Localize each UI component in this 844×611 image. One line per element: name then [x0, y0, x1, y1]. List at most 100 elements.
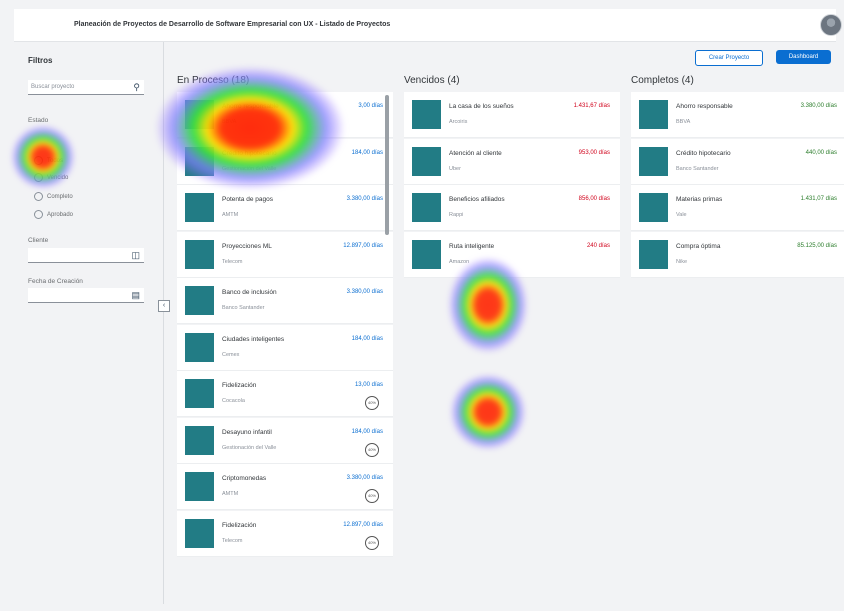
project-client: BBVA [676, 119, 691, 125]
project-client: AMTM [222, 491, 239, 497]
filters-panel: Filtros Buscar proyecto ⚲ Estado Todos V… [14, 42, 160, 604]
progress-ring: 40% [365, 396, 379, 410]
project-card[interactable]: Materias primas Vale 1.431,07 días [631, 185, 844, 231]
radio-complete[interactable]: Completo [34, 192, 73, 201]
filters-title: Filtros [28, 56, 53, 65]
project-card[interactable]: Fidelización Telecom 12.897,00 días 40% [177, 510, 393, 557]
project-card[interactable]: Fidelización Cocacola 13,00 días 40% [177, 371, 393, 417]
dashboard-button[interactable]: Dashboard [776, 50, 831, 64]
project-card[interactable]: Crédito hipotecario Banco Santander 440,00… [631, 138, 844, 185]
project-card[interactable]: Ahorro responsable BBVA 3.380,00 días [631, 92, 844, 138]
project-name: Proyecciones ML [222, 242, 272, 250]
project-thumbnail [639, 146, 668, 176]
project-client: Amazon [449, 258, 470, 265]
project-days: 85.125,00 días [797, 242, 837, 249]
project-client: Uber [449, 165, 461, 172]
project-client: Arcoiris [449, 119, 468, 125]
project-card[interactable]: Banco de inclusión Banco Santander 3.380,0… [177, 278, 393, 324]
project-card[interactable]: Proyecciones ML Telecom 12.897,00 días [177, 231, 393, 278]
project-name: Banco de inclusión [222, 289, 277, 296]
project-thumbnail [185, 146, 214, 176]
project-name: Fidelización [222, 521, 257, 529]
radio-all[interactable]: Todos [34, 156, 63, 165]
project-name: Beneficios afiliados [449, 196, 505, 203]
project-client: BBVA [222, 119, 237, 125]
progress-ring: 40% [365, 489, 379, 503]
calendar-icon[interactable]: ▤ [131, 290, 140, 301]
project-card[interactable]: Ahorro responsable BBVA 3,00 días [177, 92, 393, 138]
project-name: Ruta inteligente [449, 242, 495, 250]
project-name: Fidelización [222, 382, 257, 389]
project-days: 3.380,00 días [346, 196, 383, 202]
project-client: Gestionación del Valle [222, 165, 277, 172]
project-client: Telecom [222, 258, 243, 265]
project-thumbnail [185, 100, 214, 129]
project-days: 3.380,00 días [346, 289, 383, 295]
project-card[interactable]: Ciudades inteligentes Cemex 184,00 días [177, 324, 393, 371]
project-card[interactable]: Criptomonedas AMTM 3.380,00 días 40% [177, 464, 393, 510]
project-thumbnail [639, 193, 668, 222]
project-thumbnail [639, 100, 668, 129]
project-thumbnail [185, 239, 214, 269]
state-label: Estado [28, 117, 49, 124]
project-card[interactable]: Compra óptima Nike 85.125,00 días [631, 231, 844, 278]
project-card[interactable]: Crédito hipotecario Gestionación del Vall… [177, 138, 393, 185]
search-icon[interactable]: ⚲ [133, 82, 140, 93]
project-days: 12.897,00 días [343, 242, 383, 249]
project-days: 856,00 días [578, 196, 610, 202]
project-card[interactable]: Ruta inteligente Amazon 240 días [404, 231, 620, 278]
project-name: Potenta de pagos [222, 196, 273, 203]
project-days: 3.380,00 días [346, 475, 383, 481]
project-client: Nike [676, 258, 688, 265]
project-client: Rappi [449, 212, 464, 218]
column-title: Completos (4) [631, 75, 694, 86]
project-name: Desayuno infantil [222, 428, 272, 436]
project-name: La casa de los sueños [449, 103, 514, 110]
project-client: Banco Santander [222, 305, 265, 311]
search-input[interactable]: Buscar proyecto ⚲ [28, 80, 144, 95]
date-label: Fecha de Creación [28, 278, 83, 285]
radio-approved[interactable]: Aprobado [34, 210, 73, 219]
project-thumbnail [639, 239, 668, 269]
project-client: Vale [676, 212, 687, 218]
value-help-icon[interactable]: ◫ [131, 250, 140, 261]
project-thumbnail [412, 146, 441, 176]
project-name: Atención al cliente [449, 149, 502, 157]
project-card[interactable]: La casa de los sueños Arcoiris 1.431,67 dí… [404, 92, 620, 138]
project-days: 1.431,67 días [573, 103, 610, 109]
project-thumbnail [412, 100, 441, 129]
project-thumbnail [185, 286, 214, 315]
project-card[interactable]: Desayuno infantil Gestionación del Valle 1… [177, 417, 393, 464]
project-days: 3.380,00 días [800, 103, 837, 109]
column-title: Vencidos (4) [404, 75, 460, 86]
project-name: Criptomonedas [222, 475, 267, 482]
project-days: 3,00 días [358, 103, 383, 109]
project-thumbnail [412, 239, 441, 269]
collapse-filters-button[interactable]: ‹ [158, 300, 170, 312]
project-client: Cocacola [222, 398, 245, 404]
project-days: 953,00 días [578, 149, 610, 156]
scrollbar[interactable] [385, 95, 389, 235]
client-label: Cliente [28, 237, 49, 244]
project-days: 240 días [586, 242, 610, 249]
project-thumbnail [185, 518, 214, 548]
project-client: Banco Santander [676, 165, 719, 172]
project-name: Crédito hipotecario [222, 149, 277, 157]
project-card[interactable]: Potenta de pagos AMTM 3.380,00 días [177, 185, 393, 231]
create-project-button[interactable]: Crear Proyecto [695, 50, 763, 66]
client-field[interactable]: ◫ [28, 248, 144, 263]
project-card[interactable]: Atención al cliente Uber 953,00 días [404, 138, 620, 185]
project-thumbnail [185, 332, 214, 362]
panel-divider [163, 42, 164, 604]
project-name: Ahorro responsable [676, 103, 733, 110]
progress-ring: 40% [365, 442, 379, 457]
radio-overdue[interactable]: Vencido [34, 173, 68, 182]
project-thumbnail [185, 379, 214, 408]
project-name: Compra óptima [676, 242, 721, 250]
project-card[interactable]: Beneficios afiliados Rappi 856,00 días [404, 185, 620, 231]
top-bar: Planeación de Proyectos de Desarrollo de… [14, 9, 842, 42]
date-field[interactable]: ▤ [28, 288, 144, 303]
user-avatar[interactable] [820, 14, 842, 36]
project-thumbnail [185, 472, 214, 501]
project-client: Gestionación del Valle [222, 444, 277, 451]
